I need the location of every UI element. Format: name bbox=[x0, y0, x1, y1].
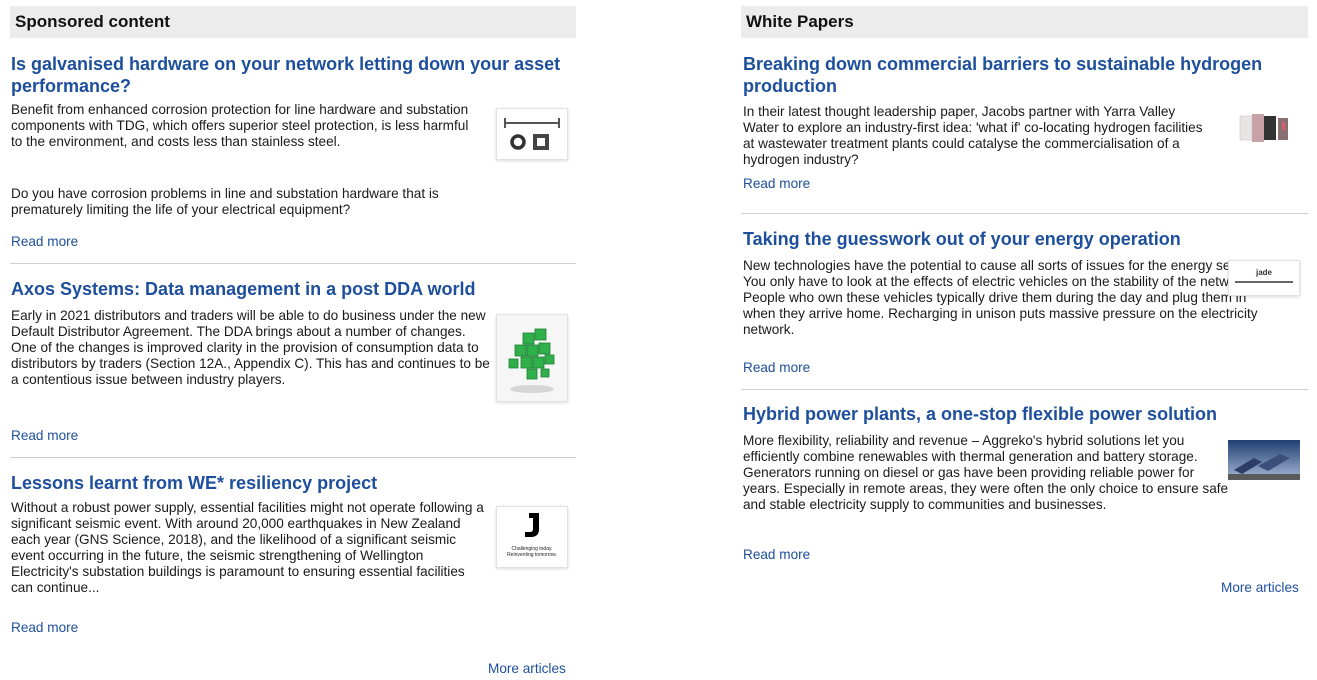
read-more-link[interactable]: Read more bbox=[11, 428, 78, 444]
article-summary: Benefit from enhanced corrosion protecti… bbox=[11, 102, 469, 149]
article-summary: Early in 2021 distributors and traders w… bbox=[11, 308, 490, 387]
logo-tagline-bar bbox=[1235, 281, 1293, 283]
article-thumbnail[interactable] bbox=[496, 108, 568, 160]
section-header: Sponsored content bbox=[10, 6, 576, 38]
jade-logo-icon: jade bbox=[1255, 268, 1272, 277]
logo-tagline: Reinventing tomorrow. bbox=[507, 552, 557, 558]
article-thumbnail[interactable] bbox=[1230, 108, 1300, 150]
read-more-link[interactable]: Read more bbox=[11, 234, 78, 250]
article-thumbnail[interactable] bbox=[496, 314, 568, 402]
article-thumbnail[interactable] bbox=[1228, 440, 1300, 480]
article-item: Is galvanised hardware on your network l… bbox=[10, 38, 576, 264]
article-item: Hybrid power plants, a one-stop flexible… bbox=[741, 390, 1308, 600]
green-cubes-icon bbox=[497, 315, 567, 401]
article-summary: New technologies have the potential to c… bbox=[743, 258, 1258, 337]
article-item: Breaking down commercial barriers to sus… bbox=[741, 38, 1308, 214]
brochure-icon bbox=[1239, 114, 1288, 142]
read-more-link[interactable]: Read more bbox=[743, 360, 810, 376]
article-title-link[interactable]: Is galvanised hardware on your network l… bbox=[11, 53, 577, 97]
section-header: White Papers bbox=[741, 6, 1308, 38]
more-articles-link[interactable]: More articles bbox=[1221, 580, 1299, 595]
article-summary: More flexibility, reliability and revenu… bbox=[743, 433, 1229, 512]
more-articles-link[interactable]: More articles bbox=[488, 661, 566, 676]
sponsored-content-section: Sponsored content Is galvanised hardware… bbox=[10, 6, 576, 648]
white-papers-section: White Papers Breaking down commercial ba… bbox=[741, 6, 1308, 600]
j-logo-icon bbox=[525, 513, 539, 537]
read-more-link[interactable]: Read more bbox=[11, 620, 78, 636]
article-summary: Do you have corrosion problems in line a… bbox=[11, 186, 439, 217]
article-summary: Without a robust power supply, essential… bbox=[11, 500, 484, 595]
article-title-link[interactable]: Breaking down commercial barriers to sus… bbox=[743, 53, 1303, 97]
article-title-link[interactable]: Hybrid power plants, a one-stop flexible… bbox=[743, 403, 1303, 425]
solar-panels-icon bbox=[1228, 440, 1300, 480]
article-item: Axos Systems: Data management in a post … bbox=[10, 264, 576, 458]
article-thumbnail[interactable]: jade bbox=[1228, 260, 1300, 296]
article-title-link[interactable]: Taking the guesswork out of your energy … bbox=[743, 228, 1303, 250]
article-title-link[interactable]: Axos Systems: Data management in a post … bbox=[11, 278, 577, 300]
article-title-link[interactable]: Lessons learnt from WE* resiliency proje… bbox=[11, 472, 577, 494]
article-summary: In their latest thought leadership paper… bbox=[743, 104, 1203, 167]
read-more-link[interactable]: Read more bbox=[743, 176, 810, 192]
article-thumbnail[interactable]: Challenging today. Reinventing tomorrow. bbox=[496, 506, 568, 568]
article-item: Lessons learnt from WE* resiliency proje… bbox=[10, 458, 576, 648]
hardware-logo-icon bbox=[504, 118, 560, 150]
article-item: Taking the guesswork out of your energy … bbox=[741, 214, 1308, 390]
read-more-link[interactable]: Read more bbox=[743, 547, 810, 563]
